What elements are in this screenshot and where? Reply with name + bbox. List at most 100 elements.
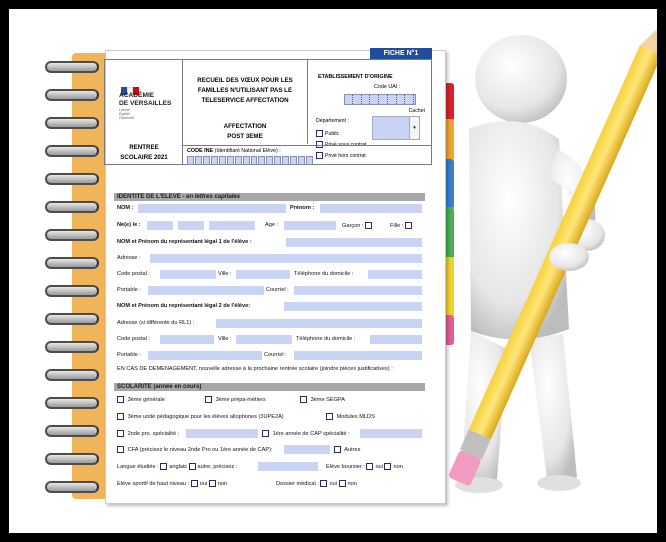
code-ine-input[interactable] xyxy=(187,156,313,165)
code-ine-label: CODE INE (Identifiant National Elève) : xyxy=(187,148,281,154)
prenom-label: Prénom : xyxy=(290,205,315,211)
option-3eme-generale[interactable]: 3ème générale xyxy=(117,396,165,403)
tel-domicile-2-label: Téléphone du domicile : xyxy=(296,336,356,342)
checkbox-icon xyxy=(316,130,323,137)
dropdown-arrow-icon: ▾ xyxy=(409,117,419,139)
checkbox-icon[interactable] xyxy=(384,463,392,470)
ville-2-field[interactable] xyxy=(236,335,292,344)
figure-with-pencil-illustration xyxy=(449,23,657,493)
form-header: ACADÉMIE DE VERSAILLES Liberté Égalité F… xyxy=(104,59,432,165)
rentree-scolaire-label: RENTREE SCOLAIRE 2021 xyxy=(120,144,168,161)
marianne-logo-icon xyxy=(121,82,139,95)
autre-langue-field[interactable] xyxy=(258,462,318,471)
option-3eme-segpa[interactable]: 3ème SEGPA xyxy=(300,396,345,403)
portable-2-field[interactable] xyxy=(148,351,262,360)
checkbox-icon[interactable] xyxy=(366,463,374,470)
ne-le-label: Né(e) le : xyxy=(117,222,141,228)
spiral-ring xyxy=(45,201,101,213)
option-3upe2a[interactable]: 3ème unité pédagogique pour les élèves a… xyxy=(117,413,284,420)
courriel-2-field[interactable] xyxy=(294,351,422,360)
form-title-block: RECUEIL DES VŒUX POUR LES FAMILLES N'UTI… xyxy=(183,60,308,144)
departement-label: Département : xyxy=(316,118,349,124)
tel-domicile-2-field[interactable] xyxy=(370,335,422,344)
nom-field[interactable] xyxy=(138,204,286,213)
option-2nde-pro[interactable]: 2nde pro. spécialité : xyxy=(117,430,179,437)
code-postal-field[interactable] xyxy=(160,270,216,279)
checkbox-icon[interactable] xyxy=(320,480,328,487)
spiral-ring xyxy=(45,425,101,437)
checkbox-icon xyxy=(326,413,333,420)
spiral-ring xyxy=(45,89,101,101)
option-1ere-cap[interactable]: 1ère année de CAP spécialité : xyxy=(262,430,350,437)
checkbox-icon xyxy=(262,430,269,437)
ville-field[interactable] xyxy=(236,270,290,279)
code-uai-input[interactable] xyxy=(344,94,416,105)
portable-field[interactable] xyxy=(148,286,264,295)
checkbox-icon[interactable] xyxy=(208,480,216,487)
code-postal-2-field[interactable] xyxy=(160,335,214,344)
adresse-rl1-label: Adresse (si différente du RL1) : xyxy=(117,320,195,326)
langue-etudiee-row: Langue étudiée : anglais autre, précisez… xyxy=(117,463,238,470)
checkbox-icon xyxy=(365,222,373,229)
prenom-field[interactable] xyxy=(320,204,422,213)
birth-day-field[interactable] xyxy=(147,221,173,230)
courriel-label: Courriel : xyxy=(266,287,289,293)
checkbox-icon xyxy=(300,396,307,403)
code-postal-label: Code postal : xyxy=(117,271,150,277)
checkbox-icon[interactable] xyxy=(190,480,198,487)
code-uai-label: Code UAI : xyxy=(374,84,401,90)
1ere-cap-specialite-field[interactable] xyxy=(360,429,422,438)
age-label: Age : xyxy=(265,222,279,228)
checkbox-icon xyxy=(404,222,412,229)
checkbox-icon xyxy=(117,446,124,453)
adresse-rl1-field[interactable] xyxy=(216,319,422,328)
garcon-option[interactable]: Garçon : xyxy=(342,222,374,229)
code-postal-2-label: Code postal : xyxy=(117,336,150,342)
birth-month-field[interactable] xyxy=(178,221,204,230)
fille-option[interactable]: Fille : xyxy=(390,222,414,229)
portable-2-label: Portable : xyxy=(117,352,141,358)
birth-year-field[interactable] xyxy=(209,221,255,230)
rl1-field[interactable] xyxy=(286,238,422,247)
checkbox-icon[interactable] xyxy=(188,463,196,470)
scolarite-section-header: SCOLARITE (année en cours) xyxy=(114,383,425,391)
checkbox-icon xyxy=(117,396,124,403)
spiral-ring xyxy=(45,145,101,157)
rl2-label: NOM et Prénom du représentant légal 2 de… xyxy=(117,303,251,309)
nom-label: NOM : xyxy=(117,205,134,211)
spiral-ring xyxy=(45,257,101,269)
spiral-ring xyxy=(45,229,101,241)
public-option[interactable]: Public xyxy=(316,130,339,137)
republic-motto: Liberté Égalité Fraternité xyxy=(119,108,134,121)
cachet-label: Cachet xyxy=(408,108,425,114)
cfa-niveau-field[interactable] xyxy=(284,445,330,454)
option-autres[interactable]: Autres xyxy=(334,446,360,453)
spiral-ring xyxy=(45,173,101,185)
checkbox-icon[interactable] xyxy=(160,463,168,470)
etablissement-label: ETABLISSEMENT D'ORIGINE xyxy=(318,74,393,80)
ville-2-label: Ville : xyxy=(218,336,232,342)
rl2-field[interactable] xyxy=(284,302,422,311)
dossier-medical-row: Dossier médical : oui non xyxy=(276,480,357,487)
spiral-ring xyxy=(45,61,101,73)
identite-section-header: IDENTITE DE L'ELEVE - en lettres capital… xyxy=(114,193,425,201)
option-cfa[interactable]: CFA (précisez le niveau 2nde Pro ou 1ère… xyxy=(117,446,272,453)
spiral-ring xyxy=(45,369,101,381)
age-field[interactable] xyxy=(284,221,336,230)
tel-domicile-label: Téléphone du domicile : xyxy=(294,271,354,277)
demenagement-label: EN CAS DE DEMENAGEMENT, nouvelle adresse… xyxy=(117,366,393,372)
2nde-pro-specialite-field[interactable] xyxy=(186,429,258,438)
adresse-field[interactable] xyxy=(150,254,422,263)
spiral-ring xyxy=(45,117,101,129)
checkbox-icon[interactable] xyxy=(338,480,346,487)
option-modules-mlds[interactable]: Modules MLDS xyxy=(326,413,375,420)
fiche-number-badge: FICHE N°1 xyxy=(370,48,432,59)
courriel-field[interactable] xyxy=(294,286,422,295)
academie-name: ACADÉMIE DE VERSAILLES xyxy=(119,92,172,107)
portable-label: Portable : xyxy=(117,287,141,293)
option-3eme-prepa-metiers[interactable]: 3ème prépa-métiers xyxy=(205,396,266,403)
ville-label: Ville : xyxy=(218,271,232,277)
academie-logo-block: ACADÉMIE DE VERSAILLES Liberté Égalité F… xyxy=(105,60,183,164)
departement-select[interactable]: ▾ xyxy=(372,116,420,140)
tel-domicile-field[interactable] xyxy=(368,270,422,279)
